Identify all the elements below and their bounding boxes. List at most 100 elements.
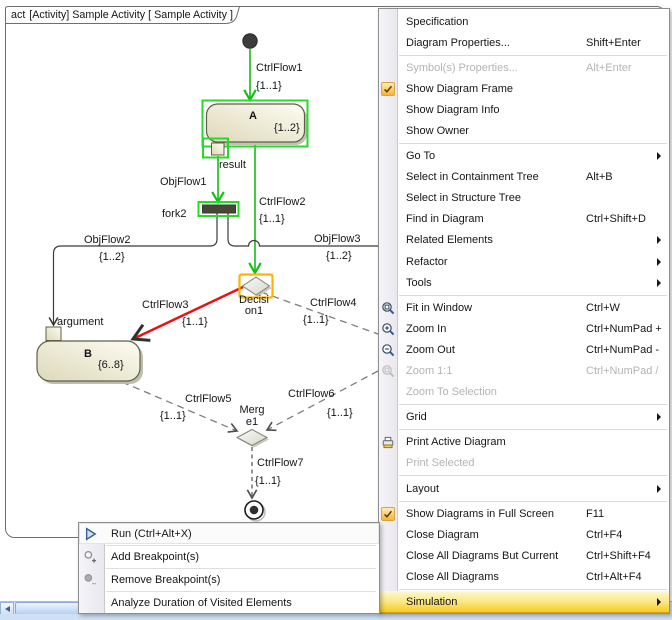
objflow2-label: ObjFlow2 [84,234,130,246]
result-pin-label: result [219,159,246,171]
simulation-submenu: Run (Ctrl+Alt+X) Add Breakpoint(s) Remove … [78,522,380,614]
menu-item-show-diagrams-in-full-screen[interactable]: Show Diagrams in Full Screen F11 [379,503,669,524]
action-a-label: A [249,110,257,122]
menu-item-label: Zoom 1:1 [406,365,452,377]
menu-item-show-diagram-frame[interactable]: Show Diagram Frame [379,78,669,99]
menu-item-shortcut: Alt+Enter [586,62,632,74]
menu-item-label: Zoom Out [406,344,455,356]
diagram-title: act[Activity] Sample Activity [ Sample A… [11,9,233,21]
submenu-arrow-icon [657,485,661,493]
menu-item-close-all-diagrams[interactable]: Close All DiagramsCtrl+Alt+F4 [379,566,669,587]
checkmark-icon [381,82,395,96]
menu-item-label: Simulation [406,596,457,608]
menu-item-shortcut: Shift+Enter [586,37,641,49]
submenu-arrow-icon [657,279,661,287]
menu-item-go-to[interactable]: Go To [379,146,669,167]
ctrlflow4-multiplicity: {1..1} [303,314,329,326]
menu-item-label: Print Selected [406,457,474,469]
objflow3-label: ObjFlow3 [314,233,360,245]
remove-breakpoint-icon [83,572,98,587]
menu-item-label: Select in Containment Tree [406,171,539,183]
menu-item-label: Run (Ctrl+Alt+X) [111,528,192,540]
menu-item-fit-in-window[interactable]: Fit in Window Ctrl+W [379,297,669,318]
menu-item-specification[interactable]: Specification [379,11,669,32]
action-b-node[interactable] [37,341,140,381]
result-pin[interactable] [212,143,225,155]
ctrlflow5-label: CtrlFlow5 [185,393,231,405]
context-menu: Specification Diagram Properties... Shift+… [378,8,670,614]
menu-item-run-ctrl-alt-x[interactable]: Run (Ctrl+Alt+X) [79,523,379,544]
menu-item-label: Show Diagram Info [406,104,500,116]
menu-item-shortcut: Ctrl+W [586,302,620,314]
menu-item-close-diagram[interactable]: Close DiagramCtrl+F4 [379,524,669,545]
menu-item-label: Related Elements [406,234,493,246]
menu-item-label: Print Active Diagram [406,436,506,448]
menu-item-analyze-duration-of-visited-elements[interactable]: Analyze Duration of Visited Elements [79,592,379,613]
ctrlflow1-label: CtrlFlow1 [256,62,302,74]
menu-separator [399,404,667,405]
menu-item-tools[interactable]: Tools [379,272,669,293]
menu-item-zoom-to-selection: Zoom To Selection [379,382,669,403]
menu-item-select-in-structure-tree[interactable]: Select in Structure Tree [379,188,669,209]
menu-item-label: Remove Breakpoint(s) [111,574,220,586]
menu-item-label: Fit in Window [406,302,472,314]
menu-item-label: Close All Diagrams [406,571,499,583]
ctrlflow6-label: CtrlFlow6 [288,388,334,400]
menu-item-label: Zoom In [406,323,446,335]
menu-item-layout[interactable]: Layout [379,478,669,499]
action-b-label: B [84,348,92,360]
menu-item-shortcut: Ctrl+NumPad - [586,344,659,356]
menu-item-zoom-out[interactable]: Zoom Out Ctrl+NumPad - [379,339,669,360]
submenu-arrow-icon [657,152,661,160]
argument-pin[interactable] [46,327,61,341]
menu-item-label: Symbol(s) Properties... [406,62,518,74]
menu-item-diagram-properties[interactable]: Diagram Properties... Shift+Enter [379,32,669,53]
menu-item-label: Close All Diagrams But Current [406,550,558,562]
menu-item-label: Find in Diagram [406,213,484,225]
menu-item-related-elements[interactable]: Related Elements [379,230,669,251]
menu-item-label: Analyze Duration of Visited Elements [111,597,292,609]
menu-item-close-all-diagrams-but-current[interactable]: Close All Diagrams But CurrentCtrl+Shift… [379,545,669,566]
menu-item-label: Diagram Properties... [406,37,510,49]
menu-item-label: Show Diagrams in Full Screen [406,508,554,520]
menu-item-remove-breakpoint-s: Remove Breakpoint(s) [79,569,379,590]
menu-item-grid[interactable]: Grid [379,407,669,428]
menu-item-show-owner[interactable]: Show Owner [379,120,669,141]
menu-item-label: Show Diagram Frame [406,83,513,95]
fit-window-icon [381,301,395,315]
menu-item-show-diagram-info[interactable]: Show Diagram Info [379,99,669,120]
menu-item-add-breakpoint-s[interactable]: Add Breakpoint(s) [79,546,379,567]
initial-node[interactable] [243,34,257,48]
ctrlflow3-label: CtrlFlow3 [142,299,188,311]
menu-item-label: Show Owner [406,125,469,137]
submenu-arrow-icon [657,413,661,421]
menu-item-shortcut: F11 [586,508,604,520]
menu-item-refactor[interactable]: Refactor [379,251,669,272]
fork-node[interactable] [203,205,236,213]
printer-icon [381,435,395,449]
menu-item-zoom-in[interactable]: Zoom InCtrl+NumPad + [379,318,669,339]
menu-item-label: Zoom To Selection [406,386,497,398]
add-breakpoint-icon [83,549,98,564]
submenu-arrow-icon [657,258,661,266]
menu-separator [399,429,667,430]
ctrlflow3-multiplicity: {1..1} [182,316,208,328]
zoom-out-icon [381,343,395,357]
run-icon [83,526,98,541]
ctrlflow6-multiplicity: {1..1} [327,407,353,419]
menu-item-select-in-containment-tree[interactable]: Select in Containment TreeAlt+B [379,167,669,188]
argument-pin-label: argument [57,316,103,328]
checkmark-icon [381,507,395,521]
menu-item-label: Layout [406,483,439,495]
menu-item-find-in-diagram[interactable]: Find in DiagramCtrl+Shift+D [379,209,669,230]
ctrlflow4-label: CtrlFlow4 [310,297,356,309]
menu-separator [399,501,667,502]
menu-item-label: Go To [406,150,435,162]
menu-item-print-active-diagram[interactable]: Print Active Diagram [379,432,669,453]
menu-item-simulation[interactable]: Simulation [379,591,669,612]
final-node-dot [250,506,259,515]
menu-item-label: Add Breakpoint(s) [111,551,199,563]
menu-item-label: Grid [406,411,427,423]
menu-item-label: Refactor [406,256,448,268]
menu-item-print-selected: Print Selected [379,453,669,474]
